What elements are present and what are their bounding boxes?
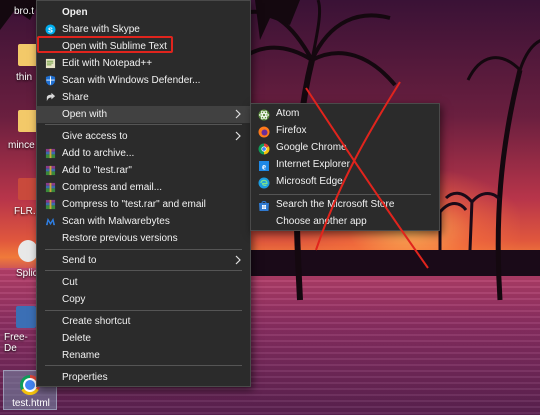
menu-item-label: Add to "test.rar": [62, 165, 132, 176]
menu-item-create-shortcut[interactable]: Create shortcut: [37, 313, 250, 330]
chevron-right-icon: [235, 131, 241, 141]
desktop-icon-label: bro.t: [14, 6, 35, 17]
folder-icon: [18, 110, 38, 132]
menu-item-label: Cut: [62, 277, 78, 288]
firefox-icon: [258, 126, 270, 138]
menu-item-label: Give access to: [62, 131, 128, 142]
chrome-icon: [258, 143, 270, 155]
context-menu: Open S Share with Skype Open with Sublim…: [36, 0, 251, 387]
menu-item-label: Copy: [62, 294, 86, 305]
desktop-icon-label: thin: [16, 72, 33, 83]
open-with-submenu: Atom Firefox Google Chrome e Internet Ex…: [250, 103, 440, 231]
desktop-icon-label: mince: [8, 140, 35, 151]
menu-separator: [45, 249, 242, 250]
archive-icon: [18, 178, 38, 200]
edge-icon: [258, 177, 270, 189]
menu-item-label: Send to: [62, 255, 97, 266]
submenu-item-label: Choose another app: [276, 216, 367, 227]
submenu-item-label: Google Chrome: [276, 142, 347, 153]
chevron-right-icon: [235, 255, 241, 265]
desktop-icon-label: Splic: [16, 268, 38, 279]
menu-item-delete[interactable]: Delete: [37, 330, 250, 347]
submenu-item-internet-explorer[interactable]: e Internet Explorer: [251, 157, 439, 174]
svg-text:e: e: [262, 162, 266, 172]
menu-item-compress-to-test-rar-and-email[interactable]: Compress to "test.rar" and email: [37, 196, 250, 213]
menu-separator: [45, 270, 242, 271]
malwarebytes-icon: [45, 217, 56, 226]
winrar-icon: [45, 182, 56, 193]
chevron-right-icon: [235, 109, 241, 119]
submenu-item-label: Firefox: [276, 125, 307, 136]
submenu-item-atom[interactable]: Atom: [251, 106, 439, 123]
menu-item-open-with-sublime-text[interactable]: Open with Sublime Text: [37, 38, 250, 55]
menu-separator: [45, 365, 242, 366]
menu-item-label: Properties: [62, 372, 108, 383]
menu-item-label: Scan with Windows Defender...: [62, 75, 201, 86]
submenu-item-label: Microsoft Edge: [276, 176, 343, 187]
menu-item-edit-with-notepad-plus-plus[interactable]: Edit with Notepad++: [37, 55, 250, 72]
menu-item-restore-previous-versions[interactable]: Restore previous versions: [37, 230, 250, 247]
menu-item-label: Edit with Notepad++: [62, 58, 153, 69]
menu-separator: [45, 310, 242, 311]
svg-text:S: S: [48, 25, 53, 34]
menu-item-add-to-test-rar[interactable]: Add to "test.rar": [37, 162, 250, 179]
menu-item-send-to[interactable]: Send to: [37, 252, 250, 269]
app-icon: [16, 306, 36, 328]
folder-icon: [18, 44, 38, 66]
menu-item-rename[interactable]: Rename: [37, 347, 250, 364]
desktop-icon[interactable]: bro.t: [14, 6, 34, 17]
menu-item-label: Restore previous versions: [62, 233, 178, 244]
menu-item-label: Scan with Malwarebytes: [62, 216, 170, 227]
menu-item-label: Share: [62, 92, 89, 103]
winrar-icon: [45, 199, 56, 210]
menu-separator: [45, 124, 242, 125]
menu-item-add-to-archive[interactable]: Add to archive...: [37, 145, 250, 162]
submenu-separator: [259, 194, 431, 195]
skype-icon: S: [45, 24, 56, 35]
menu-item-label: Open with: [62, 109, 108, 120]
menu-item-share-with-skype[interactable]: S Share with Skype: [37, 21, 250, 38]
menu-item-share[interactable]: Share: [37, 89, 250, 106]
menu-item-label: Open with Sublime Text: [62, 41, 167, 52]
winrar-icon: [45, 165, 56, 176]
submenu-item-google-chrome[interactable]: Google Chrome: [251, 140, 439, 157]
menu-item-compress-and-email[interactable]: Compress and email...: [37, 179, 250, 196]
menu-item-scan-with-malwarebytes[interactable]: Scan with Malwarebytes: [37, 213, 250, 230]
winrar-icon: [45, 148, 56, 159]
menu-item-label: Share with Skype: [62, 24, 140, 35]
menu-item-label: Add to archive...: [62, 148, 135, 159]
store-icon: [259, 201, 269, 211]
atom-icon: [258, 109, 270, 121]
menu-item-label: Open: [62, 7, 88, 18]
menu-item-copy[interactable]: Copy: [37, 291, 250, 308]
notepad-plus-plus-icon: [45, 58, 56, 69]
menu-item-properties[interactable]: Properties: [37, 369, 250, 386]
app-icon: [18, 240, 38, 262]
menu-item-scan-with-windows-defender[interactable]: Scan with Windows Defender...: [37, 72, 250, 89]
menu-item-label: Create shortcut: [62, 316, 131, 327]
menu-item-cut[interactable]: Cut: [37, 274, 250, 291]
submenu-item-label: Atom: [276, 108, 300, 119]
desktop-icon-label: Free-De: [4, 332, 28, 354]
file-label: test.html: [12, 398, 50, 409]
menu-item-give-access-to[interactable]: Give access to: [37, 128, 250, 145]
windows-defender-icon: [45, 75, 56, 86]
submenu-item-label: Search the Microsoft Store: [276, 199, 395, 210]
share-icon: [46, 92, 56, 102]
menu-item-label: Compress and email...: [62, 182, 163, 193]
menu-item-label: Rename: [62, 350, 100, 361]
submenu-item-choose-another-app[interactable]: Choose another app: [251, 214, 439, 231]
menu-item-open-with[interactable]: Open with: [37, 106, 250, 123]
submenu-item-firefox[interactable]: Firefox: [251, 123, 439, 140]
internet-explorer-icon: e: [259, 161, 269, 172]
submenu-item-label: Internet Explorer: [276, 159, 350, 170]
submenu-item-microsoft-edge[interactable]: Microsoft Edge: [251, 174, 439, 191]
menu-item-label: Delete: [62, 333, 91, 344]
submenu-item-search-microsoft-store[interactable]: Search the Microsoft Store: [251, 197, 439, 214]
menu-item-label: Compress to "test.rar" and email: [62, 199, 206, 210]
menu-item-open[interactable]: Open: [37, 4, 250, 21]
